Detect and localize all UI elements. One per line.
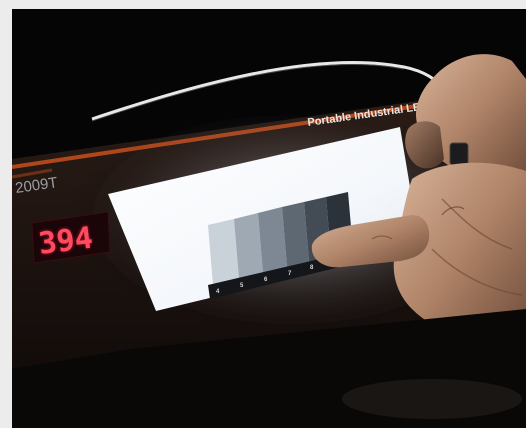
photo-frame: 4 5 6 7 8 9 Portable Industrial LED 2009… — [12, 9, 526, 428]
led-display-reading: 394 — [37, 221, 95, 262]
scene-photo: 4 5 6 7 8 9 Portable Industrial LED 2009… — [12, 9, 526, 428]
probe-tip — [449, 142, 469, 166]
desk-reflection — [342, 379, 522, 419]
